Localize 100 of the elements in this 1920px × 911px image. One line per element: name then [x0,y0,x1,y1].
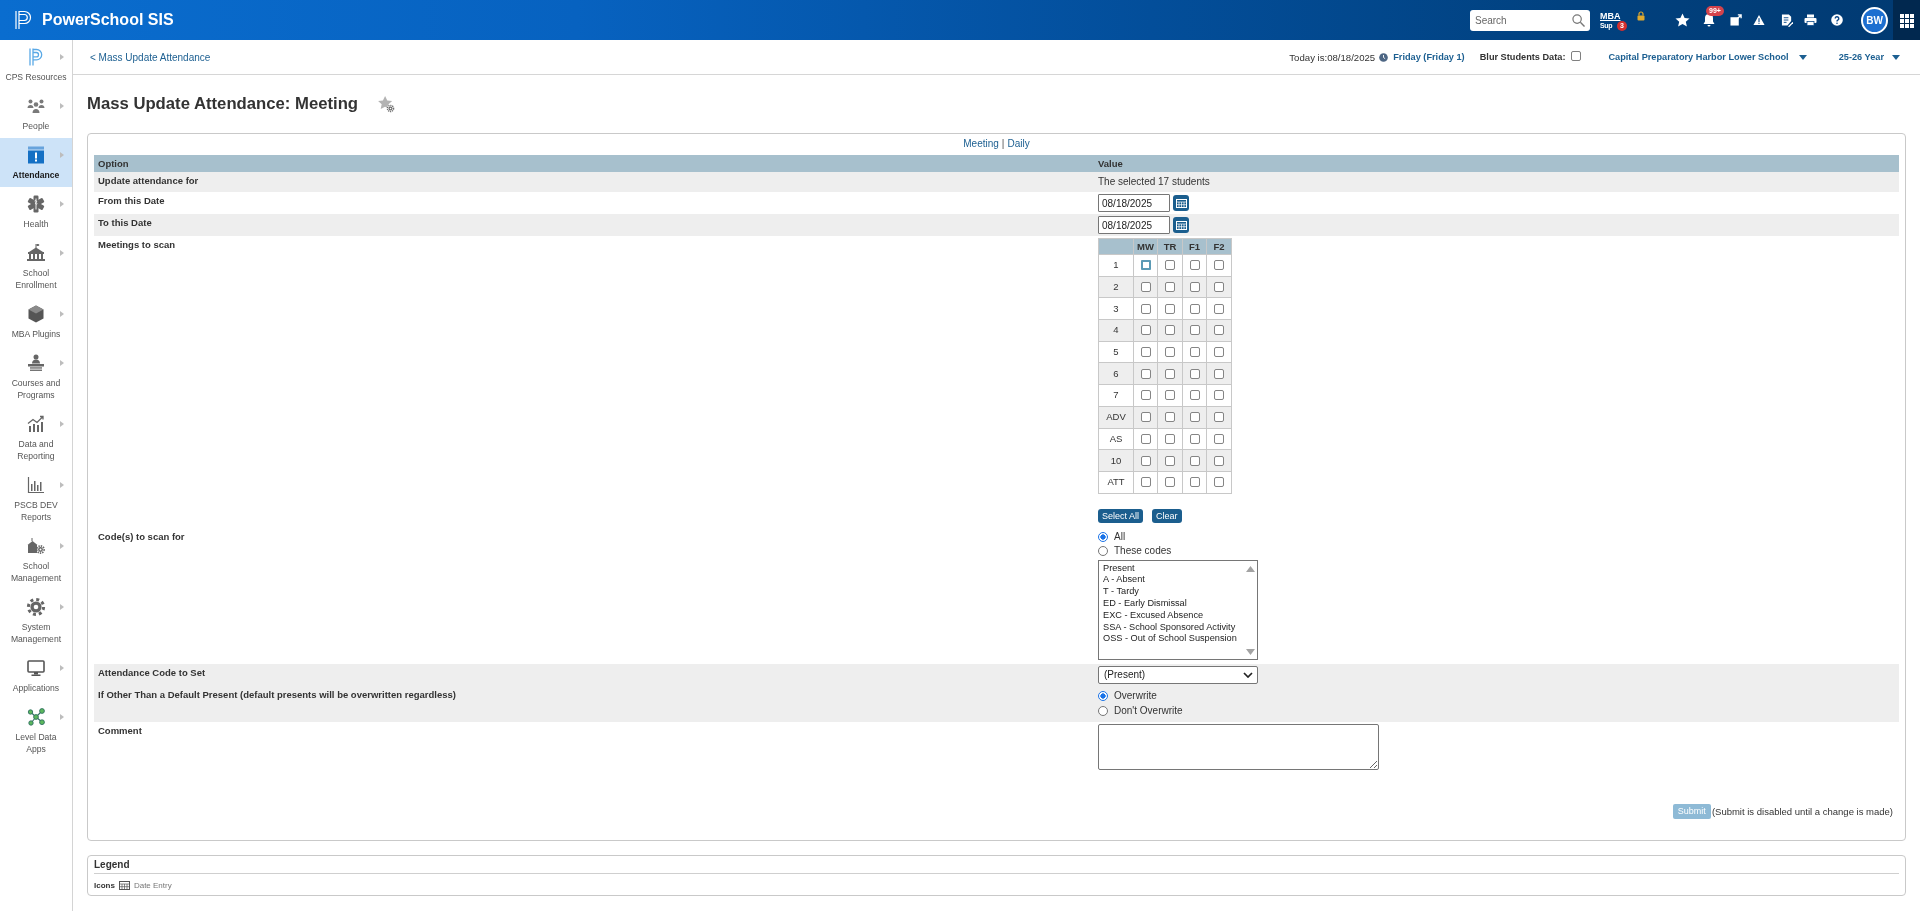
sidebar-item[interactable]: PSCB DEV Reports [0,468,72,529]
checkbox[interactable] [1140,303,1151,314]
radio-button[interactable] [1098,691,1108,702]
printer-icon[interactable] [1804,14,1817,26]
checkbox[interactable] [1214,390,1224,401]
code-list[interactable]: Present A - Absent T - Tardy ED - Early Dismissal EXC - Excused Absence SSA - School Sponsored Activity OSS - Out of School Suspension [1098,559,1258,660]
checkbox[interactable] [1214,433,1224,444]
checkbox[interactable] [1189,477,1200,488]
user-avatar[interactable]: BW [1861,6,1888,34]
sidebar-item[interactable]: Attendance [0,138,72,187]
checkbox[interactable] [1140,325,1151,336]
list-option[interactable]: EXC - Excused Absence [1103,609,1204,622]
search-field[interactable]: Search [1470,9,1590,31]
checkbox[interactable] [1214,477,1224,488]
sidebar-item[interactable]: Data and Reporting [0,407,72,468]
radio-button[interactable] [1098,531,1108,542]
sidebar-item[interactable]: MBA Plugins [0,297,72,346]
checkbox[interactable] [1165,260,1175,271]
comment-field[interactable] [1098,723,1379,770]
list-option[interactable]: ED - Early Dismissal [1103,597,1187,610]
checkbox[interactable] [1189,433,1200,444]
checkbox[interactable] [1189,390,1200,401]
checkbox[interactable] [1214,455,1224,466]
mode-link[interactable]: Meeting [963,138,999,149]
checkbox[interactable] [1165,433,1175,444]
date-field[interactable]: 08/18/2025 [1098,194,1170,212]
clear-button[interactable]: Clear [1152,508,1182,523]
school-selector[interactable]: Capital Preparatory Harbor Lower School [1608,52,1807,62]
list-option[interactable]: OSS - Out of School Suspension [1103,633,1237,646]
checkbox[interactable] [1214,303,1224,314]
checkbox[interactable] [1189,412,1200,423]
attendance-code-select[interactable]: (Present) [1098,665,1258,684]
select-all-button[interactable]: Select All [1098,508,1144,523]
checkbox[interactable] [1189,455,1200,466]
list-option[interactable]: SSA - School Sponsored Activity [1103,621,1236,634]
star-icon[interactable] [1675,13,1690,27]
sidebar-item[interactable]: Level Data Apps [0,700,72,761]
sidebar-item[interactable]: Courses and Programs [0,346,72,407]
checkbox[interactable] [1140,390,1151,401]
checkbox[interactable] [1165,347,1175,358]
checkbox[interactable] [1140,282,1151,293]
radio-label[interactable]: All [1114,530,1126,543]
list-option[interactable]: Present [1103,562,1135,575]
checkbox[interactable] [1165,282,1175,293]
checkbox[interactable] [1165,325,1175,336]
checkbox[interactable] [1165,455,1175,466]
sidebar-item[interactable]: Health [0,187,72,236]
checkbox[interactable] [1214,260,1224,271]
radio-label[interactable]: These codes [1114,544,1172,557]
star-gear-icon[interactable] [377,95,396,113]
checkbox[interactable] [1214,325,1224,336]
search-icon[interactable] [1572,13,1585,27]
checkbox[interactable] [1214,412,1224,423]
date-field[interactable]: 08/18/2025 [1098,216,1170,234]
checkbox[interactable] [1165,368,1175,379]
checkbox[interactable] [1140,260,1151,271]
checkbox[interactable] [1140,455,1151,466]
year-selector[interactable]: 25-26 Year [1838,52,1900,62]
sidebar-item[interactable]: People [0,89,72,138]
checkbox[interactable] [1571,51,1582,61]
checkbox[interactable] [1140,347,1151,358]
checkbox[interactable] [1165,390,1175,401]
checkbox[interactable] [1140,412,1151,423]
checkbox[interactable] [1214,368,1224,379]
checkbox[interactable] [1214,347,1224,358]
checkbox[interactable] [1189,347,1200,358]
checkbox[interactable] [1140,368,1151,379]
radio-label[interactable]: Overwrite [1114,690,1157,703]
help-icon[interactable] [1831,14,1843,26]
checkbox[interactable] [1214,282,1224,293]
document-edit-icon[interactable] [1781,13,1793,27]
sidebar-item[interactable]: School Enrollment [0,236,72,297]
back-link[interactable]: < Mass Update Attendance [90,51,211,63]
warning-icon[interactable] [1753,14,1765,26]
sidebar-item[interactable]: Applications [0,651,72,700]
column-header: F2 [1207,239,1232,255]
external-window-icon[interactable] [1730,14,1742,26]
checkbox[interactable] [1140,477,1151,488]
checkbox[interactable] [1189,303,1200,314]
checkbox[interactable] [1165,412,1175,423]
sidebar-item[interactable]: System Management [0,590,72,651]
sidebar-item[interactable]: School Management [0,529,72,590]
radio-button[interactable] [1098,545,1108,556]
date-picker-button[interactable] [1173,217,1189,233]
list-option[interactable]: T - Tardy [1103,586,1139,598]
checkbox[interactable] [1189,282,1200,293]
checkbox[interactable] [1189,325,1200,336]
radio-button[interactable] [1098,706,1108,717]
day-link[interactable]: Friday (Friday 1) [1393,52,1465,62]
date-picker-button[interactable] [1173,195,1189,211]
apps-grid-icon[interactable] [1893,0,1920,40]
list-option[interactable]: A - Absent [1103,574,1145,587]
mode-link[interactable]: Daily [1007,138,1030,149]
checkbox[interactable] [1189,368,1200,379]
sidebar-item[interactable]: CPS Resources [0,40,72,89]
checkbox[interactable] [1165,303,1175,314]
checkbox[interactable] [1189,260,1200,271]
radio-label[interactable]: Don't Overwrite [1114,705,1183,718]
checkbox[interactable] [1165,477,1175,488]
checkbox[interactable] [1140,433,1151,444]
